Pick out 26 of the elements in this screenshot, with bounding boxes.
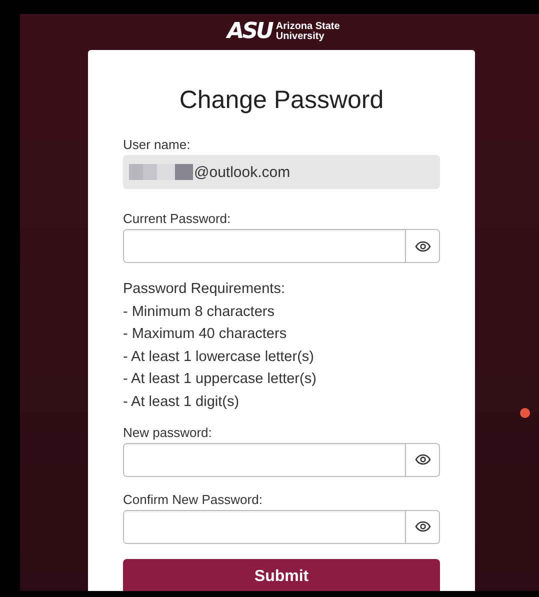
show-password-button[interactable] bbox=[405, 444, 439, 476]
field-label: Confirm New Password: bbox=[123, 492, 264, 507]
requirements-heading: Password Requirements: bbox=[123, 280, 286, 299]
field-label: User name: bbox=[123, 137, 192, 152]
requirement-item: - Maximum 40 characters bbox=[123, 325, 288, 344]
requirement-item: - At least 1 lowercase letter(s) bbox=[123, 348, 315, 367]
eye-icon bbox=[414, 521, 430, 532]
field-label: Current Password: bbox=[123, 211, 232, 226]
requirement-item: - Minimum 8 characters bbox=[123, 302, 276, 322]
show-password-button[interactable] bbox=[405, 230, 439, 262]
submit-button[interactable]: Submit bbox=[123, 558, 440, 591]
requirement-item: - At least 1 uppercase letter(s) bbox=[123, 370, 318, 390]
dot-icon bbox=[520, 408, 530, 418]
redaction-drawing bbox=[129, 164, 193, 180]
password-field[interactable] bbox=[123, 510, 440, 544]
requirement-item: - At least 1 digit(s) bbox=[123, 392, 240, 412]
show-password-button[interactable] bbox=[405, 510, 439, 543]
username-field: @outlook.com bbox=[123, 155, 440, 189]
eye-icon bbox=[414, 240, 430, 252]
page-title: Change Password bbox=[178, 85, 385, 116]
eye-icon bbox=[414, 454, 430, 466]
field-label: New password: bbox=[123, 424, 213, 440]
logo-name: Arizona State University bbox=[276, 22, 340, 42]
logo-mark: ASU bbox=[227, 21, 272, 43]
password-field[interactable] bbox=[123, 442, 440, 477]
password-field[interactable] bbox=[123, 229, 440, 263]
